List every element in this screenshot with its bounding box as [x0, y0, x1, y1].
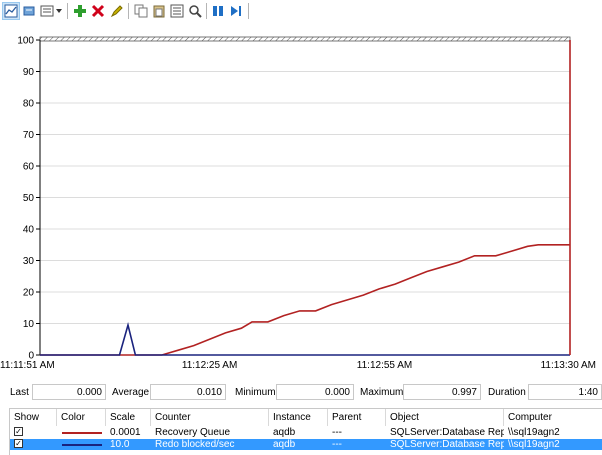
instance-cell: aqdb — [273, 439, 296, 450]
chevron-down-icon[interactable] — [55, 3, 63, 19]
series-line — [40, 321, 570, 356]
parent-cell: --- — [332, 427, 342, 438]
paste-counter-list-icon[interactable] — [151, 3, 167, 19]
copy-properties-icon[interactable] — [133, 3, 149, 19]
y-tick-label: 10 — [23, 319, 35, 330]
maximum-label: Maximum — [360, 387, 404, 398]
toolbar-separator — [128, 3, 129, 19]
y-tick-label: 80 — [23, 99, 35, 110]
col-instance[interactable]: Instance — [269, 409, 328, 426]
object-cell: SQLServer:Database Replica — [390, 439, 504, 450]
y-tick-label: 60 — [23, 162, 35, 173]
scale-cell: 0.0001 — [110, 427, 141, 438]
pause-icon[interactable] — [210, 3, 226, 19]
color-swatch — [62, 444, 102, 446]
update-data-icon[interactable] — [228, 3, 244, 19]
graph-top-band — [39, 36, 571, 42]
change-graph-type-icon[interactable] — [39, 3, 55, 19]
average-value: 0.010 — [150, 384, 226, 400]
table-row[interactable]: ✓ 0.0001 Recovery Queue aqdb --- SQLServ… — [10, 427, 602, 438]
x-tick-label: 11:13:30 AM — [541, 360, 596, 371]
y-tick-label: 100 — [17, 36, 34, 47]
view-graph-icon[interactable] — [2, 2, 20, 20]
minimum-label: Minimum — [235, 387, 276, 398]
computer-cell: \\sql19agn2 — [508, 439, 560, 450]
show-checkbox[interactable]: ✓ — [14, 427, 23, 436]
toolbar — [0, 0, 602, 23]
stats-bar: Last 0.000 Average 0.010 Minimum 0.000 M… — [0, 383, 602, 403]
freeze-display-icon[interactable] — [21, 3, 37, 19]
col-parent[interactable]: Parent — [328, 409, 386, 426]
col-object[interactable]: Object — [386, 409, 504, 426]
show-checkbox[interactable]: ✓ — [14, 439, 23, 448]
computer-cell: \\sql19agn2 — [508, 427, 560, 438]
y-tick-label: 40 — [23, 225, 35, 236]
highlight-icon[interactable] — [108, 3, 124, 19]
color-swatch — [62, 432, 102, 434]
last-value: 0.000 — [32, 384, 106, 400]
toolbar-separator — [248, 3, 249, 19]
col-scale[interactable]: Scale — [106, 409, 151, 426]
delete-counter-icon[interactable] — [90, 3, 106, 19]
series-line — [40, 244, 570, 356]
instance-cell: aqdb — [273, 427, 296, 438]
col-computer[interactable]: Computer — [504, 409, 602, 426]
counter-cell: Redo blocked/sec — [155, 439, 235, 450]
duration-value: 1:40 — [528, 384, 602, 400]
y-tick-label: 20 — [23, 288, 35, 299]
table-header: Show Color Scale Counter Instance Parent… — [10, 409, 602, 426]
toolbar-separator — [206, 3, 207, 19]
col-counter[interactable]: Counter — [151, 409, 269, 426]
y-tick-label: 30 — [23, 256, 35, 267]
graph-canvas: 100908070605040302010011:11:51 AM 11:12:2… — [0, 36, 596, 372]
y-tick-label: 50 — [23, 193, 35, 204]
counter-cell: Recovery Queue — [155, 427, 231, 438]
zoom-icon[interactable] — [187, 3, 203, 19]
x-tick-label: 11:12:25 AM — [182, 360, 237, 371]
scale-cell: 10.0 — [110, 439, 130, 450]
y-tick-label: 70 — [23, 130, 35, 141]
col-show[interactable]: Show — [10, 409, 57, 426]
table-row[interactable]: ✓ 10.0 Redo blocked/sec aqdb --- SQLServ… — [10, 439, 602, 450]
toolbar-separator — [67, 3, 68, 19]
average-label: Average — [112, 387, 150, 398]
performance-graph: 100 90 80 70 60 50 40 30 20 10 0 11:11:51 AM 11:12:2… — [0, 22, 602, 377]
col-color[interactable]: Color — [57, 409, 106, 426]
maximum-value: 0.997 — [403, 384, 481, 400]
minimum-value: 0.000 — [276, 384, 354, 400]
x-tick-label: 11:12:55 AM — [357, 360, 412, 371]
y-tick-label: 90 — [23, 67, 35, 78]
parent-cell: --- — [332, 439, 342, 450]
last-label: Last — [10, 387, 29, 398]
x-tick-label: 11:11:51 AM — [0, 360, 55, 371]
duration-label: Duration — [488, 387, 526, 398]
counter-table: Show Color Scale Counter Instance Parent… — [9, 408, 602, 455]
object-cell: SQLServer:Database Replica — [390, 427, 504, 438]
properties-icon[interactable] — [169, 3, 185, 19]
add-counter-icon[interactable] — [72, 3, 88, 19]
